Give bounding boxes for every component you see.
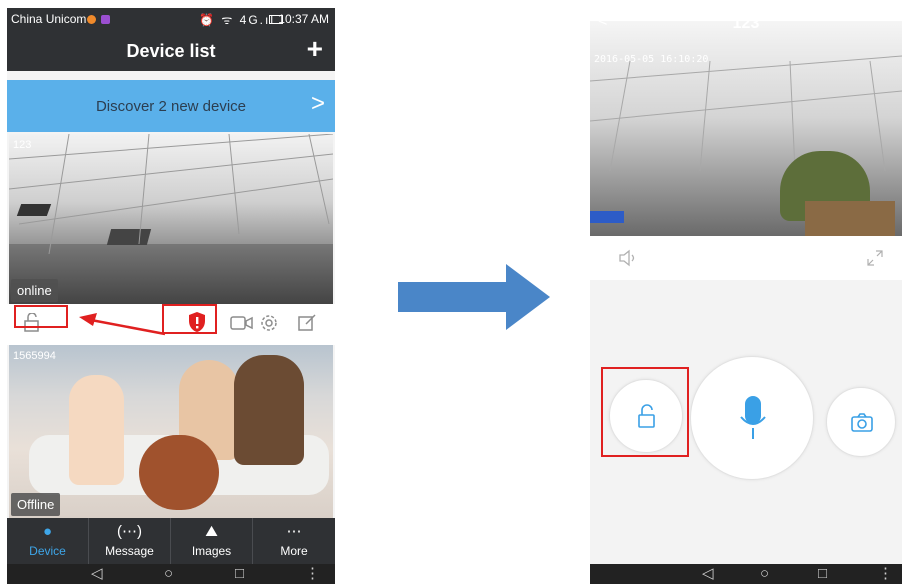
add-device-button[interactable]: +	[307, 34, 323, 64]
unlock-highlight-box	[601, 367, 689, 457]
cardboard-box	[805, 201, 895, 236]
tab-label: Message	[105, 544, 154, 558]
ceiling-lines	[590, 55, 902, 171]
camera-name: 123	[13, 139, 32, 151]
menu-nav-button[interactable]: ⋮	[305, 564, 320, 584]
recent-apps-button[interactable]: □	[235, 564, 244, 584]
tab-label: Images	[191, 544, 232, 558]
fullscreen-icon[interactable]	[867, 250, 883, 266]
camera-name: 1565994	[13, 350, 56, 362]
video-record-icon[interactable]	[230, 314, 254, 332]
snapshot-button[interactable]	[826, 387, 896, 457]
back-nav-button[interactable]: ◁	[91, 564, 103, 584]
tab-label: More	[280, 544, 308, 558]
chevron-right-icon: >	[310, 90, 325, 117]
page-title: Device list	[126, 41, 216, 61]
camera-title: 123	[732, 21, 760, 32]
recent-apps-button[interactable]: □	[818, 564, 827, 584]
discover-text: Discover 2 new device	[95, 98, 247, 115]
transition-arrow	[398, 264, 550, 330]
status-bar: China Unicom ⏰ ᯤ 4G.ıl 10:37 AM	[7, 8, 335, 31]
more-icon: ⋯	[286, 523, 302, 540]
device-list-screen: China Unicom ⏰ ᯤ 4G.ıl 10:37 AM Device l…	[7, 8, 335, 584]
system-nav-bar: ◁ ○ □ ⋮	[7, 564, 335, 584]
chat-bubble-icon: (⋯)	[117, 523, 142, 540]
person-icon: ●	[42, 523, 53, 540]
gear-icon[interactable]	[259, 313, 279, 333]
home-nav-button[interactable]: ○	[760, 564, 769, 584]
video-timestamp: 2016-05-05 16:10:20	[594, 54, 709, 65]
title-bar: Device list +	[7, 31, 335, 71]
red-annotation-arrow	[79, 313, 166, 336]
video-control-strip	[590, 236, 902, 280]
edit-icon[interactable]	[297, 313, 317, 333]
notification-icon	[87, 15, 96, 24]
live-view-screen: < 123 2016-05-05 16:10:20 ◁ ○ □ ⋮	[590, 21, 902, 584]
camera-thumbnail-1[interactable]: 123 online	[9, 134, 333, 304]
ceiling-lines	[9, 134, 333, 254]
system-nav-bar: ◁ ○ □ ⋮	[590, 564, 902, 584]
speaker-icon[interactable]	[618, 249, 640, 267]
online-status-badge: online	[11, 279, 58, 302]
unlock-highlight-box	[14, 305, 68, 328]
talk-button[interactable]	[690, 356, 814, 480]
clock: 10:37 AM	[278, 12, 329, 26]
dog-figure	[139, 435, 219, 510]
carrier-label: China Unicom	[11, 12, 87, 26]
tab-images[interactable]: ⛰ Images	[171, 518, 253, 564]
blue-sign	[590, 211, 624, 223]
tab-label: Device	[29, 544, 66, 558]
bottom-tab-bar: ● Device (⋯) Message ⛰ Images ⋯ More	[7, 518, 335, 564]
girl-figure	[69, 375, 124, 485]
back-nav-button[interactable]: ◁	[702, 564, 714, 584]
tab-device[interactable]: ● Device	[7, 518, 89, 564]
menu-nav-button[interactable]: ⋮	[878, 564, 893, 584]
home-nav-button[interactable]: ○	[164, 564, 173, 584]
alarm-shield-icon[interactable]	[188, 311, 206, 333]
tab-more[interactable]: ⋯ More	[253, 518, 335, 564]
man-figure	[234, 355, 304, 465]
camera-thumbnail-2[interactable]: 1565994 Offline	[9, 345, 333, 518]
signal-icons: ⏰ ᯤ 4G.ıl	[199, 13, 275, 27]
camera-icon	[851, 413, 873, 432]
microphone-icon	[740, 396, 766, 439]
discover-banner[interactable]: Discover 2 new device >	[7, 80, 335, 132]
app-notification-icon	[101, 15, 110, 24]
offline-status-badge: Offline	[11, 493, 61, 516]
live-video-feed[interactable]: < 123 2016-05-05 16:10:20	[590, 21, 902, 236]
tab-message[interactable]: (⋯) Message	[89, 518, 171, 564]
image-icon: ⛰	[205, 523, 218, 540]
